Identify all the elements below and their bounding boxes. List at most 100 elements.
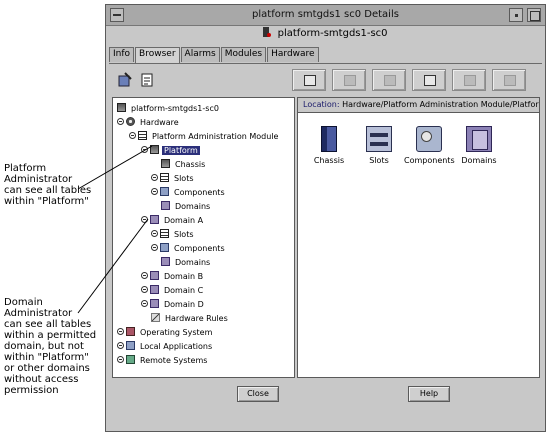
host-subtitle: platform-smtgds1-sc0 (106, 27, 545, 43)
remote-systems-icon (126, 355, 135, 364)
tree-node-hardware-rules[interactable]: Hardware Rules (151, 313, 230, 325)
tree-node-domain-d[interactable]: Domain D (141, 299, 206, 311)
expand-toggle-icon[interactable] (117, 356, 124, 363)
tree-node-platform[interactable]: Platform (141, 145, 200, 157)
annotation-line: Platform (4, 163, 47, 174)
platform-admin-annotation: Platform Administrator can see all table… (4, 163, 91, 207)
subtitle-text: platform-smtgds1-sc0 (277, 28, 388, 39)
components-icon (160, 243, 169, 252)
chassis-label: Chassis (313, 156, 345, 165)
expand-toggle-icon[interactable] (151, 174, 158, 181)
domain-icon (150, 271, 159, 280)
expand-toggle-icon[interactable] (141, 146, 148, 153)
tree-node-local-applications[interactable]: Local Applications (117, 341, 214, 353)
tab-info[interactable]: Info (109, 47, 135, 62)
annotation-line: Administrator (4, 308, 73, 319)
tree-node-root[interactable]: platform-smtgds1-sc0 (117, 103, 221, 115)
platform-icon (150, 145, 159, 154)
domains-icon (466, 126, 492, 152)
domains-icon (161, 257, 170, 266)
expand-toggle-icon[interactable] (151, 188, 158, 195)
tree-node-hardware[interactable]: Hardware (117, 117, 181, 129)
domains-item[interactable]: Domains (454, 126, 504, 165)
tree-node-operating-system[interactable]: Operating System (117, 327, 214, 339)
rules-icon (151, 313, 160, 322)
title-bar[interactable]: platform smtgds1 sc0 Details (106, 5, 545, 26)
table-icon (424, 75, 436, 86)
domain-admin-annotation: Domain Administrator can see all tables … (4, 297, 96, 396)
expand-toggle-icon[interactable] (141, 216, 148, 223)
tab-modules[interactable]: Modules (220, 47, 267, 62)
expand-toggle-icon[interactable] (151, 230, 158, 237)
annotation-line: within "Platform" (4, 352, 89, 363)
tree-node-domain-a[interactable]: Domain A (141, 215, 205, 227)
annotation-line: without access (4, 374, 79, 385)
tree-node-chassis[interactable]: Chassis (161, 159, 207, 171)
host-icon (117, 103, 126, 112)
expand-toggle-icon[interactable] (117, 118, 124, 125)
tab-divider (109, 63, 542, 64)
chassis-item[interactable]: Chassis (304, 126, 354, 165)
components-label: Components (404, 156, 455, 165)
slots-item[interactable]: Slots (354, 126, 404, 165)
table-view-button[interactable] (412, 69, 446, 91)
domain-icon (150, 215, 159, 224)
browser-tree[interactable]: platform-smtgds1-sc0 Hardware Platform A… (112, 97, 295, 378)
chassis-icon (161, 159, 170, 168)
expand-toggle-icon[interactable] (141, 272, 148, 279)
refresh-button[interactable] (492, 69, 526, 91)
tree-node-domain-a-components[interactable]: Components (151, 243, 227, 255)
content-panel: Location: Hardware/Platform Administrati… (297, 97, 540, 378)
components-icon (416, 126, 442, 152)
maximize-button[interactable] (527, 8, 541, 22)
disabled-button-2[interactable] (332, 69, 366, 91)
annotation-line: Administrator (4, 174, 73, 185)
gear-icon (464, 75, 476, 86)
slots-icon (160, 173, 169, 182)
location-label: Location: (303, 100, 340, 109)
expand-toggle-icon[interactable] (141, 300, 148, 307)
tree-node-domain-c[interactable]: Domain C (141, 285, 205, 297)
expand-toggle-icon[interactable] (117, 328, 124, 335)
applications-icon (126, 341, 135, 350)
slots-label: Slots (369, 156, 389, 165)
annotation-line: permission (4, 385, 59, 396)
properties-button[interactable] (292, 69, 326, 91)
tree-node-domain-a-slots[interactable]: Slots (151, 229, 196, 241)
disabled-button-5[interactable] (452, 69, 486, 91)
toolbar (109, 66, 542, 94)
tree-node-domain-a-domains[interactable]: Domains (161, 257, 212, 269)
expand-toggle-icon[interactable] (141, 286, 148, 293)
tree-node-domain-b[interactable]: Domain B (141, 271, 205, 283)
chart-icon (384, 75, 396, 86)
slots-icon (160, 229, 169, 238)
host-icon (263, 27, 272, 37)
hardware-icon (126, 117, 135, 126)
tree-node-components[interactable]: Components (151, 187, 227, 199)
close-button[interactable]: Close (237, 386, 279, 402)
tree-node-domains[interactable]: Domains (161, 201, 212, 213)
tab-hardware[interactable]: Hardware (267, 47, 319, 62)
help-button[interactable]: Help (408, 386, 450, 402)
edit-icon (304, 75, 316, 86)
expand-tree-icon[interactable] (117, 72, 133, 88)
annotation-line: domain, but not (4, 341, 84, 352)
view-details-icon[interactable] (139, 72, 155, 88)
location-path: Hardware/Platform Administration Module/… (342, 100, 539, 109)
tree-node-remote-systems[interactable]: Remote Systems (117, 355, 209, 367)
minimize-button[interactable] (509, 8, 523, 22)
expand-toggle-icon[interactable] (151, 244, 158, 251)
components-item[interactable]: Components (404, 126, 455, 165)
tree-node-platform-admin-module[interactable]: Platform Administration Module (129, 131, 280, 143)
tab-browser[interactable]: Browser (135, 47, 180, 63)
details-window: platform smtgds1 sc0 Details platform-sm… (105, 4, 546, 432)
location-bar: Location: Hardware/Platform Administrati… (298, 98, 539, 113)
expand-toggle-icon[interactable] (117, 342, 124, 349)
tree-node-slots[interactable]: Slots (151, 173, 196, 185)
domains-label: Domains (461, 156, 497, 165)
tab-alarms[interactable]: Alarms (180, 47, 220, 62)
annotation-line: can see all tables (4, 185, 92, 196)
disabled-button-3[interactable] (372, 69, 406, 91)
operating-system-icon (126, 327, 135, 336)
expand-toggle-icon[interactable] (129, 132, 136, 139)
